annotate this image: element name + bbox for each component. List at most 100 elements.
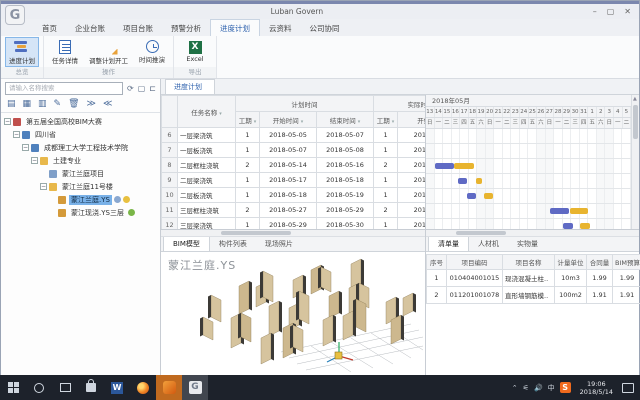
qty-header-4[interactable]: 合同量 (587, 255, 613, 270)
task-cell: 6 (162, 128, 178, 143)
tree-expander-icon[interactable]: − (40, 183, 47, 190)
gantt-actual-bar[interactable] (454, 163, 474, 169)
task-cell: 2018-05-08 (317, 143, 374, 158)
collapse-all-icon[interactable]: ≪ (103, 99, 112, 109)
qty-header-1[interactable]: 项目编码 (447, 255, 503, 270)
task-row-6[interactable]: 6一层梁浇筑12018-05-052018-05-0712018-05-08 (162, 128, 427, 143)
tree-expander-icon[interactable]: − (22, 144, 29, 151)
store-icon[interactable] (78, 375, 104, 400)
bim-tab-2[interactable]: 现场照片 (256, 237, 302, 251)
word-icon[interactable]: W (104, 375, 130, 400)
tree-item-4[interactable]: 蒙江兰庭项目 (1, 167, 160, 180)
delete-node-icon[interactable]: 🗑 (68, 99, 79, 109)
tree-expander-icon[interactable]: − (4, 118, 11, 125)
tree-item-7[interactable]: 蒙江现浇.YS三层 (1, 206, 160, 219)
qty-header-0[interactable]: 序号 (427, 255, 447, 270)
copy-node-icon[interactable]: ▥ (38, 99, 47, 109)
gantt-actual-bar[interactable] (580, 223, 590, 229)
add-node-icon[interactable]: ▤ (7, 99, 16, 109)
sub-header-0[interactable]: 工期 ▾ (236, 112, 260, 128)
task-row-8[interactable]: 8二层框柱浇筑22018-05-142018-05-1622018-05-16 (162, 158, 427, 173)
task-name-header[interactable]: 任务名称 ▾ (178, 96, 236, 128)
tree-item-0[interactable]: −第五届全国高校BIM大赛 (1, 115, 160, 128)
qty-horizontal-scrollbar[interactable] (426, 230, 639, 237)
ribbon-tab-5[interactable]: 云资料 (260, 20, 301, 36)
quantity-table: 序号项目编码项目名称计量单位合同量BIM预算量 1010404001015现浇混… (426, 254, 640, 304)
qty-header-3[interactable]: 计量单位 (555, 255, 587, 270)
sub-header-4[interactable]: 开始时间 ▾ (398, 112, 426, 128)
gantt-actual-bar[interactable] (484, 193, 493, 199)
task-row-9[interactable]: 9二层梁浇筑12018-05-172018-05-1812018-05-19 (162, 173, 427, 188)
sub-header-3[interactable]: 工期 ▾ (374, 112, 398, 128)
clock[interactable]: 19:06 2018/5/14 (576, 380, 617, 396)
ribbon-tab-3[interactable]: 预警分析 (162, 20, 210, 36)
tree-item-5[interactable]: −蒙江兰庭11号楼 (1, 180, 160, 193)
collapse-panel-icon[interactable]: ⊏ (149, 84, 156, 94)
volume-icon[interactable]: 🔊 (534, 384, 543, 392)
gantt-plan-bar[interactable] (467, 193, 476, 199)
tree-expander-icon[interactable]: − (13, 131, 20, 138)
search-icon[interactable] (26, 375, 52, 400)
tree-expander-icon[interactable]: − (31, 157, 38, 164)
task-view-icon[interactable] (52, 375, 78, 400)
gantt-plan-bar[interactable] (550, 208, 570, 214)
table-horizontal-scrollbar[interactable] (161, 230, 425, 237)
luban-taskbar-icon[interactable]: G (182, 375, 208, 400)
gantt-plan-bar[interactable] (563, 223, 573, 229)
gantt-plan-bar[interactable] (458, 178, 467, 184)
ribbon-tab-2[interactable]: 项目台账 (114, 20, 162, 36)
gantt-actual-bar[interactable] (570, 208, 589, 214)
edit-node-icon[interactable]: ▦ (23, 99, 32, 109)
qty-tab-2[interactable]: 实物量 (508, 237, 547, 251)
ribbon-tab-0[interactable]: 首页 (33, 20, 66, 36)
调整计划开工-button[interactable]: 调整计划开工 (85, 37, 132, 67)
tree-item-6[interactable]: 蒙江兰庭.YS (1, 193, 160, 206)
bim-3d-view[interactable]: 蒙江兰庭.YS (161, 252, 425, 375)
qty-tab-1[interactable]: 人材机 (469, 237, 508, 251)
task-row-10[interactable]: 10二层板浇筑12018-05-182018-05-1912018-05-20 (162, 188, 427, 203)
maximize-button[interactable]: ▢ (607, 7, 615, 17)
时间推演-button[interactable]: 时间推演 (135, 37, 169, 67)
tree-search-input[interactable] (5, 82, 123, 95)
start-button[interactable] (0, 375, 26, 400)
tab-schedule-plan[interactable]: 进度计划 (165, 79, 215, 94)
ribbon-tab-4[interactable]: 进度计划 (210, 19, 260, 36)
bim-tab-0[interactable]: BIM模型 (163, 236, 210, 251)
task-row-11[interactable]: 11三层框柱浇筑22018-05-272018-05-2922018-05-29 (162, 203, 427, 218)
qty-row-1[interactable]: 1010404001015现浇混凝土柱..10m31.991.99 (427, 270, 640, 287)
rename-node-icon[interactable]: ✎ (54, 99, 62, 109)
进度计划-button[interactable]: 进度计划 (5, 37, 39, 67)
tree-node-label: 蒙江兰庭.YS (69, 195, 112, 205)
ribbon-tab-6[interactable]: 公司协同 (301, 20, 349, 36)
tray-chevron-icon[interactable]: ⌃ (512, 384, 518, 392)
network-icon[interactable]: ⚟ (523, 384, 529, 392)
bim-tab-1[interactable]: 构件列表 (210, 237, 256, 251)
ribbon-tab-1[interactable]: 企业台账 (66, 20, 114, 36)
gantt-plan-bar[interactable] (435, 163, 455, 169)
action-center-icon[interactable] (622, 383, 634, 393)
task-row-12[interactable]: 12三层梁浇筑12018-05-292018-05-3012018-05-31 (162, 218, 427, 230)
sogou-input-icon[interactable]: S (560, 382, 571, 393)
qty-tab-0[interactable]: 清单量 (428, 236, 469, 251)
任务详情-button[interactable]: 任务详情 (48, 37, 82, 67)
tree-item-3[interactable]: −土建专业 (1, 154, 160, 167)
tree-item-2[interactable]: −成都理工大学工程技术学院 (1, 141, 160, 154)
gantt-vertical-scrollbar[interactable] (631, 95, 639, 229)
active-orange-app-icon[interactable] (156, 375, 182, 400)
task-row-7[interactable]: 7一层板浇筑12018-05-072018-05-0812018-05-09 (162, 143, 427, 158)
gantt-actual-bar[interactable] (476, 178, 483, 184)
qty-header-2[interactable]: 项目名称 (503, 255, 555, 270)
qty-row-2[interactable]: 2011201001078直形墙钢筋模..100m21.911.91 (427, 287, 640, 304)
qty-header-5[interactable]: BIM预算量 (613, 255, 640, 270)
refresh-icon[interactable]: ⟳ (127, 84, 134, 94)
Excel-button[interactable]: XExcel (178, 37, 212, 67)
close-button[interactable]: ✕ (624, 7, 631, 17)
expand-all-icon[interactable]: ≫ (87, 99, 96, 109)
firefox-icon[interactable] (130, 375, 156, 400)
tree-item-1[interactable]: −四川省 (1, 128, 160, 141)
expand-panel-icon[interactable]: ▢ (138, 84, 146, 94)
sub-header-1[interactable]: 开始时间 ▾ (260, 112, 317, 128)
minimize-button[interactable]: – (593, 7, 597, 17)
input-indicator-icon[interactable]: 中 (548, 383, 555, 393)
sub-header-2[interactable]: 结束时间 ▾ (317, 112, 374, 128)
